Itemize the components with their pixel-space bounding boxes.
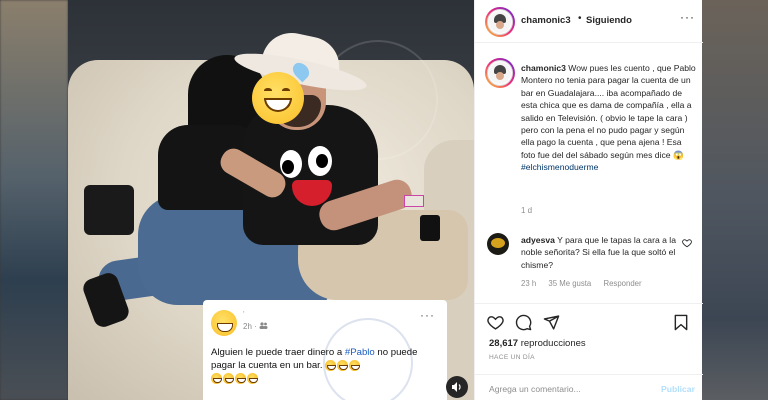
author-avatar[interactable] [487, 9, 513, 35]
reply-button[interactable]: Responder [603, 279, 641, 288]
friends-icon [259, 322, 268, 329]
screen: ' 2h · ··· Alguien le puede traer dinero… [0, 0, 768, 400]
publish-button[interactable]: Publicar [661, 384, 695, 394]
shirt-eye-left [280, 150, 302, 178]
backdrop-left [0, 0, 68, 400]
post-actions: 28,617 reproducciones HACE UN DÍA Agrega… [475, 303, 703, 400]
more-options-icon[interactable]: ··· [680, 10, 695, 24]
post-video[interactable]: ' 2h · ··· Alguien le puede traer dinero… [68, 0, 474, 400]
comment-composer: Agrega un comentario... Publicar [475, 374, 703, 400]
separator-dot: • [578, 13, 582, 24]
mute-toggle-button[interactable] [446, 376, 468, 398]
post-age: HACE UN DÍA [489, 354, 535, 361]
shirt-eye-right [308, 146, 332, 176]
card-text: Alguien le puede traer dinero a #Pablo n… [211, 346, 441, 385]
author-username-link[interactable]: chamonic3 [521, 15, 571, 26]
laughing-emoji-icon [325, 359, 361, 371]
caption-avatar[interactable] [487, 60, 513, 86]
laughing-emoji-icon [211, 372, 258, 384]
caption-timestamp: 1 d [521, 206, 533, 215]
card-hashtag: #Pablo [344, 347, 375, 358]
facebook-post-card: ' 2h · ··· Alguien le puede traer dinero… [203, 300, 447, 400]
photo-cigarette-pack [404, 195, 424, 207]
photo-phone [420, 215, 440, 241]
card-more-icon: ··· [420, 308, 435, 322]
sweat-smile-emoji-icon [252, 72, 304, 124]
views-count[interactable]: 28,617 reproducciones [489, 338, 586, 349]
post-side-panel: chamonic3 • Siguiendo ··· chamonic3 Wow … [474, 0, 703, 400]
bookmark-save-icon[interactable] [673, 314, 689, 331]
share-paper-plane-icon[interactable] [543, 314, 560, 331]
backdrop-right [702, 0, 768, 400]
comment-text: adyesva Y para que le tapas la cara a la… [521, 235, 676, 270]
commenter-avatar[interactable] [487, 233, 509, 255]
comment-bubble-icon[interactable] [515, 314, 532, 331]
caption-story-ring[interactable] [485, 58, 515, 88]
like-heart-icon[interactable] [487, 314, 504, 331]
scream-emoji-icon: 😱 [672, 149, 684, 160]
comment-likes[interactable]: 35 Me gusta [548, 279, 591, 288]
following-button[interactable]: Siguiendo [586, 15, 632, 26]
hashtag-link[interactable]: #elchismenoduerme [521, 162, 598, 172]
comment-meta: 23 h 35 Me gusta Responder [521, 279, 652, 288]
card-name: ' [243, 310, 245, 319]
card-time: 2h · [243, 322, 268, 331]
commenter-username-link[interactable]: adyesva [521, 235, 555, 245]
caption-username-link[interactable]: chamonic3 [521, 63, 566, 73]
photo-handbag [84, 185, 134, 235]
post-caption: chamonic3 Wow pues les cuento , que Pabl… [521, 63, 696, 173]
story-ring[interactable] [485, 7, 515, 37]
comment-input[interactable]: Agrega un comentario... [489, 384, 581, 394]
card-avatar [211, 310, 237, 336]
comment-time: 23 h [521, 279, 537, 288]
comment-like-heart-icon[interactable] [682, 238, 692, 248]
post-modal: ' 2h · ··· Alguien le puede traer dinero… [68, 0, 703, 400]
speaker-icon [452, 382, 461, 392]
post-header: chamonic3 • Siguiendo ··· [475, 0, 703, 43]
